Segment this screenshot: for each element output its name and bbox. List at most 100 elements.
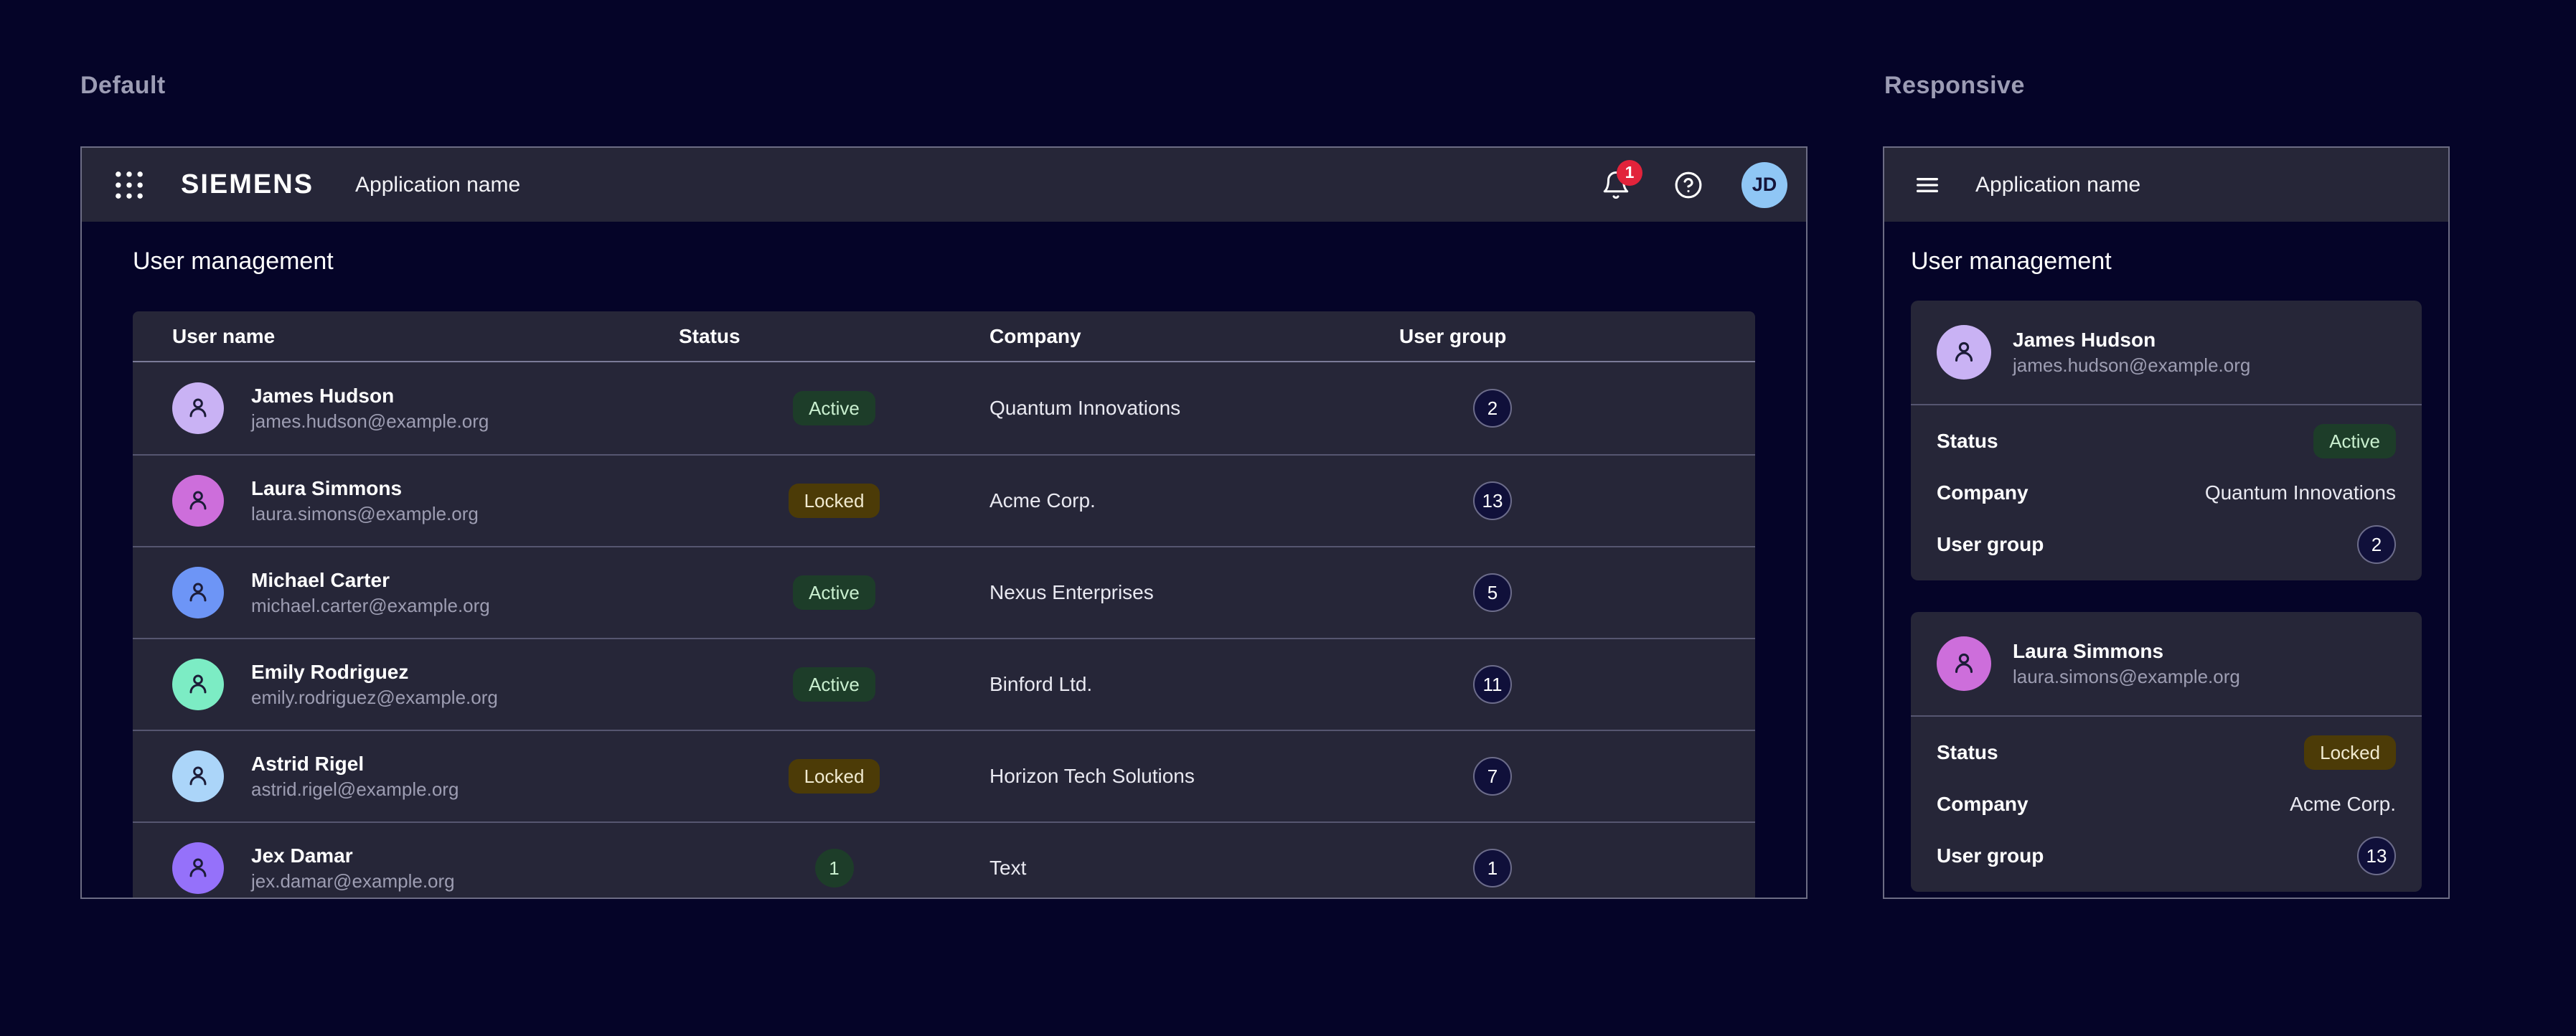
section-label-responsive: Responsive bbox=[1884, 72, 2025, 100]
table-row[interactable]: Laura Simmons laura.simons@example.org L… bbox=[133, 454, 1755, 546]
row-avatar bbox=[172, 659, 224, 710]
user-name: Michael Carter bbox=[251, 568, 490, 593]
status-cell: 1 bbox=[679, 849, 989, 887]
help-button[interactable] bbox=[1673, 169, 1704, 201]
company-name: Nexus Enterprises bbox=[989, 581, 1399, 604]
field-row-user-group: User group 13 bbox=[1937, 830, 2396, 882]
user-email: michael.carter@example.org bbox=[251, 593, 490, 618]
field-row-status: Status Locked bbox=[1937, 727, 2396, 778]
user-group-cell: 11 bbox=[1399, 665, 1758, 704]
column-header-status: Status bbox=[679, 325, 989, 348]
card-avatar bbox=[1937, 636, 1991, 691]
person-icon bbox=[1949, 649, 1979, 679]
responsive-page-title: User management bbox=[1911, 248, 2422, 278]
users-table: User name Status Company User group Jame… bbox=[133, 311, 1755, 899]
user-name: James Hudson bbox=[2013, 327, 2250, 353]
user-name: Laura Simmons bbox=[251, 476, 479, 501]
person-icon bbox=[184, 394, 212, 423]
status-cell: Active bbox=[679, 575, 989, 610]
user-name: Emily Rodriguez bbox=[251, 659, 498, 685]
column-header-user-name: User name bbox=[133, 325, 679, 348]
card-head: James Hudson james.hudson@example.org bbox=[1911, 301, 2422, 404]
row-avatar bbox=[172, 750, 224, 802]
user-text: Laura Simmons laura.simons@example.org bbox=[2013, 639, 2240, 689]
user-email: laura.simons@example.org bbox=[2013, 664, 2240, 689]
user-group-cell: 7 bbox=[1399, 757, 1758, 796]
user-text: James Hudson james.hudson@example.org bbox=[2013, 327, 2250, 377]
field-label-user-group: User group bbox=[1937, 844, 2044, 867]
hamburger-icon bbox=[1911, 171, 1944, 199]
person-icon bbox=[184, 854, 212, 882]
status-cell: Locked bbox=[679, 759, 989, 794]
user-group-cell: 2 bbox=[1399, 389, 1758, 428]
user-avatar[interactable]: JD bbox=[1741, 162, 1787, 208]
company-name: Acme Corp. bbox=[989, 489, 1399, 512]
company-name: Quantum Innovations bbox=[989, 397, 1399, 420]
menu-button[interactable] bbox=[1911, 171, 1944, 199]
page-title: User management bbox=[133, 248, 1755, 278]
responsive-app-header: Application name bbox=[1884, 148, 2448, 222]
status-badge: Locked bbox=[789, 484, 880, 518]
user-group-badge: 13 bbox=[2357, 837, 2396, 875]
field-row-user-group: User group 2 bbox=[1937, 519, 2396, 570]
person-icon bbox=[184, 670, 212, 699]
user-group-badge: 7 bbox=[1473, 757, 1512, 796]
table-row[interactable]: Emily Rodriguez emily.rodriguez@example.… bbox=[133, 638, 1755, 730]
column-header-user-group: User group bbox=[1399, 325, 1758, 348]
user-cell: James Hudson james.hudson@example.org bbox=[133, 382, 679, 434]
user-cell: Astrid Rigel astrid.rigel@example.org bbox=[133, 750, 679, 802]
user-cell: Michael Carter michael.carter@example.or… bbox=[133, 567, 679, 618]
person-icon bbox=[184, 486, 212, 515]
company-name: Binford Ltd. bbox=[989, 673, 1399, 696]
user-name: Jex Damar bbox=[251, 843, 455, 869]
notifications-button[interactable]: 1 bbox=[1601, 170, 1631, 200]
status-badge: Locked bbox=[2304, 735, 2396, 770]
field-label-company: Company bbox=[1937, 481, 2029, 504]
table-row[interactable]: Michael Carter michael.carter@example.or… bbox=[133, 546, 1755, 638]
responsive-application-name: Application name bbox=[1975, 173, 2140, 197]
user-card[interactable]: Laura Simmons laura.simons@example.org S… bbox=[1911, 612, 2422, 892]
field-row-status: Status Active bbox=[1937, 415, 2396, 467]
help-icon bbox=[1673, 169, 1704, 201]
app-switcher-button[interactable] bbox=[111, 166, 148, 204]
field-label-user-group: User group bbox=[1937, 533, 2044, 556]
user-cell: Laura Simmons laura.simons@example.org bbox=[133, 475, 679, 527]
user-email: james.hudson@example.org bbox=[251, 409, 489, 433]
user-text: Astrid Rigel astrid.rigel@example.org bbox=[251, 751, 459, 801]
user-email: laura.simons@example.org bbox=[251, 501, 479, 526]
user-group-badge: 5 bbox=[1473, 573, 1512, 612]
company-name: Quantum Innovations bbox=[2205, 481, 2396, 504]
row-avatar bbox=[172, 382, 224, 434]
table-row[interactable]: Jex Damar jex.damar@example.org 1 Text 1 bbox=[133, 821, 1755, 899]
panel-responsive: Application name User management James H… bbox=[1883, 146, 2450, 899]
person-icon bbox=[184, 762, 212, 791]
user-text: Laura Simmons laura.simons@example.org bbox=[251, 476, 479, 526]
user-group-cell: 1 bbox=[1399, 849, 1758, 887]
card-avatar bbox=[1937, 325, 1991, 380]
table-row[interactable]: Astrid Rigel astrid.rigel@example.org Lo… bbox=[133, 730, 1755, 821]
field-label-status: Status bbox=[1937, 430, 1998, 453]
user-email: jex.damar@example.org bbox=[251, 869, 455, 893]
row-avatar bbox=[172, 842, 224, 894]
user-card[interactable]: James Hudson james.hudson@example.org St… bbox=[1911, 301, 2422, 580]
person-icon bbox=[1949, 337, 1979, 367]
column-header-company: Company bbox=[989, 325, 1399, 348]
notification-count-badge: 1 bbox=[1617, 160, 1642, 186]
card-body: Status Locked Company Acme Corp. User gr… bbox=[1911, 717, 2422, 892]
responsive-content: User management James Hudson james.hudso… bbox=[1884, 248, 2448, 892]
table-row[interactable]: James Hudson james.hudson@example.org Ac… bbox=[133, 362, 1755, 454]
user-text: James Hudson james.hudson@example.org bbox=[251, 383, 489, 433]
row-avatar bbox=[172, 475, 224, 527]
table-header-row: User name Status Company User group bbox=[133, 311, 1755, 362]
user-group-badge: 1 bbox=[1473, 849, 1512, 887]
user-cell: Jex Damar jex.damar@example.org bbox=[133, 842, 679, 894]
user-name: Astrid Rigel bbox=[251, 751, 459, 777]
company-name: Horizon Tech Solutions bbox=[989, 765, 1399, 788]
person-icon bbox=[184, 578, 212, 607]
status-cell: Active bbox=[679, 667, 989, 702]
application-name: Application name bbox=[355, 173, 520, 197]
field-label-company: Company bbox=[1937, 793, 2029, 816]
user-group-badge: 13 bbox=[1473, 481, 1512, 520]
default-content: User management User name Status Company… bbox=[82, 248, 1806, 899]
panel-default: SIEMENS Application name 1 JD bbox=[80, 146, 1808, 899]
